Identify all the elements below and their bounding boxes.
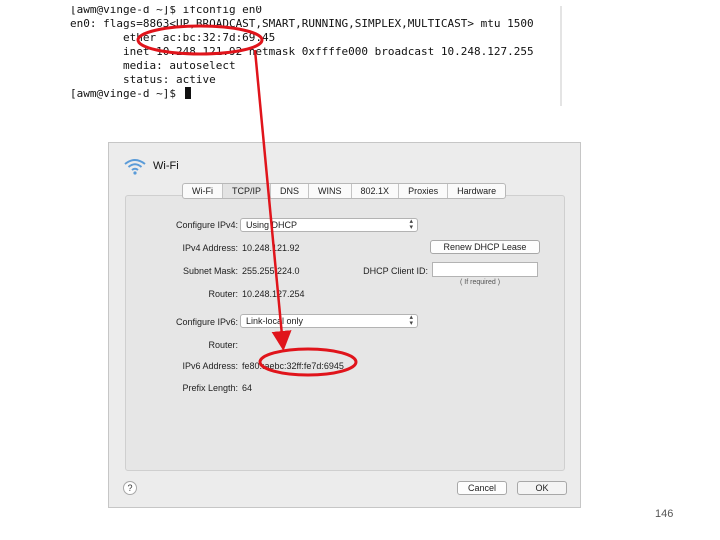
- dhcp-client-id-field[interactable]: [432, 262, 538, 277]
- tab-wins[interactable]: WINS: [309, 184, 352, 198]
- configure-ipv6-select[interactable]: Link-local only ▴ ▾: [240, 314, 418, 328]
- configure-ipv6-value: Link-local only: [246, 316, 304, 326]
- terminal-line: en0: flags=8863<UP,BROADCAST,SMART,RUNNI…: [70, 17, 534, 30]
- tab-bar: Wi-Fi TCP/IP DNS WINS 802.1X Proxies Har…: [182, 183, 507, 199]
- select-arrows-icon: ▴ ▾: [409, 218, 413, 231]
- dialog-header: Wi-Fi: [123, 157, 179, 175]
- tab-8021x[interactable]: 802.1X: [352, 184, 400, 198]
- terminal-line: media: autoselect: [70, 59, 236, 72]
- select-arrows-icon: ▴ ▾: [409, 314, 413, 327]
- ipv6-address-label: IPv6 Address:: [182, 361, 238, 371]
- terminal-cursor: [184, 87, 191, 99]
- dialog-title: Wi-Fi: [153, 160, 179, 172]
- terminal-line: inet 10.248.121.92 netmask 0xffffe000 br…: [70, 45, 534, 58]
- tab-tcpip[interactable]: TCP/IP: [223, 184, 272, 198]
- tab-proxies[interactable]: Proxies: [399, 184, 449, 198]
- terminal-window: [awm@vinge-d ~]$ ifconfig en0 en0: flags…: [64, 6, 562, 106]
- configure-ipv4-select[interactable]: Using DHCP ▴ ▾: [240, 218, 418, 232]
- configure-ipv4-value: Using DHCP: [246, 220, 298, 230]
- terminal-line: ether ac:bc:32:7d:69:45: [70, 31, 276, 44]
- configure-ipv6-label: Configure IPv6:: [175, 317, 238, 327]
- subnet-mask-label: Subnet Mask:: [182, 266, 238, 276]
- prefix-length-value: 64: [242, 383, 253, 393]
- configure-ipv4-label: Configure IPv4:: [175, 220, 238, 230]
- terminal-line: [awm@vinge-d ~]$ ifconfig en0: [70, 6, 263, 16]
- subnet-mask-value: 255.255.224.0: [242, 266, 300, 276]
- tab-dns[interactable]: DNS: [271, 184, 310, 198]
- help-button[interactable]: ?: [123, 481, 137, 495]
- dhcp-client-id-label: DHCP Client ID:: [363, 266, 428, 276]
- page-number: 146: [655, 508, 674, 520]
- ok-button[interactable]: OK: [517, 481, 567, 495]
- router-ipv6-label: Router:: [208, 340, 238, 350]
- terminal-line: status: active: [70, 73, 216, 86]
- ipv4-address-label: IPv4 Address:: [182, 243, 238, 253]
- router-ipv4-value: 10.248.127.254: [242, 289, 305, 299]
- terminal-prompt: [awm@vinge-d ~]$: [70, 87, 183, 100]
- wifi-icon: [124, 159, 146, 175]
- dhcp-client-id-hint: ( If required ): [460, 279, 501, 286]
- ipv4-address-value: 10.248.121.92: [242, 243, 300, 253]
- router-ipv4-label: Router:: [208, 289, 238, 299]
- renew-dhcp-lease-button[interactable]: Renew DHCP Lease: [430, 240, 540, 254]
- terminal-prompt-line[interactable]: [awm@vinge-d ~]$: [70, 87, 191, 101]
- tab-hardware[interactable]: Hardware: [448, 184, 505, 198]
- tcpip-panel: Configure IPv4: Using DHCP ▴ ▾ IPv4 Addre…: [125, 195, 565, 471]
- cancel-button[interactable]: Cancel: [457, 481, 507, 495]
- tab-wifi[interactable]: Wi-Fi: [183, 184, 223, 198]
- network-dialog: Wi-Fi Configure IPv4: Using DHCP ▴ ▾ IPv4…: [108, 142, 581, 508]
- ipv6-address-value: fe80::aebc:32ff:fe7d:6945: [242, 361, 344, 371]
- prefix-length-label: Prefix Length:: [182, 383, 238, 393]
